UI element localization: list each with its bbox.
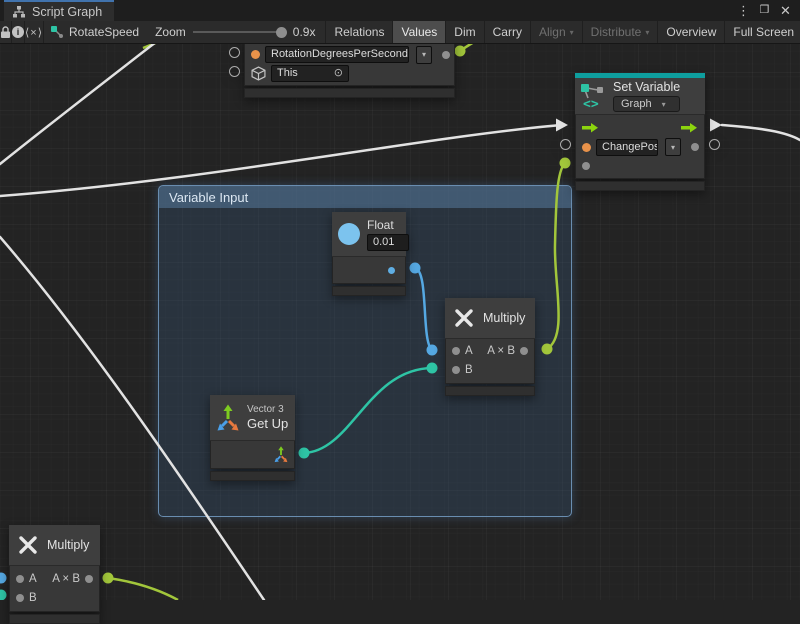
- multiply-icon: [453, 307, 475, 329]
- window-controls: ⋮ ❐ ✕: [735, 0, 800, 21]
- node-footer: [445, 386, 535, 396]
- port-label-a: A: [29, 573, 37, 585]
- float-value-input[interactable]: 0.01: [367, 234, 409, 251]
- dropdown-arrow-icon: ▾: [662, 100, 666, 109]
- float-output-port[interactable]: [388, 267, 395, 274]
- variable-name-port[interactable]: [251, 50, 260, 59]
- graph-reference[interactable]: RotateSpeed: [44, 21, 149, 43]
- value-output-port[interactable]: [691, 143, 699, 151]
- tab-script-graph[interactable]: Script Graph: [4, 0, 114, 21]
- align-dropdown[interactable]: Align▾: [531, 21, 583, 43]
- zoom-label: Zoom: [155, 25, 186, 39]
- tab-bar: Script Graph ⋮ ❐ ✕: [0, 0, 800, 21]
- variable-name-dropdown[interactable]: ChangePos: [596, 139, 658, 156]
- lock-button[interactable]: [0, 21, 12, 43]
- lock-icon: [0, 26, 11, 39]
- node-title: Float: [367, 218, 394, 232]
- node-title: Multiply: [483, 311, 525, 325]
- value-input-port[interactable]: [582, 162, 590, 170]
- zoom-slider[interactable]: [193, 31, 286, 33]
- group-title: Variable Input: [169, 190, 248, 205]
- input-a-port[interactable]: [452, 347, 460, 355]
- node-title: Multiply: [47, 538, 89, 552]
- vector3-output-port[interactable]: [273, 446, 289, 463]
- variable-scope-dropdown[interactable]: Graph ▾: [613, 96, 680, 112]
- object-picker-icon[interactable]: ⊙: [334, 66, 343, 81]
- node-type-label: Vector 3: [247, 404, 288, 415]
- port-label-b: B: [29, 592, 37, 604]
- value-output-port[interactable]: [442, 51, 450, 59]
- dim-button[interactable]: Dim: [446, 21, 484, 43]
- input-a-port[interactable]: [16, 575, 24, 583]
- unconnected-port-icon[interactable]: [709, 139, 720, 150]
- output-port[interactable]: [85, 575, 93, 583]
- tab-title: Script Graph: [32, 5, 102, 19]
- unconnected-port-icon[interactable]: [229, 66, 240, 77]
- output-port[interactable]: [520, 347, 528, 355]
- dropdown-arrow-icon: ▾: [570, 28, 574, 37]
- cube-icon: [251, 66, 266, 81]
- code-brackets-icon: ⟨×⟩: [25, 26, 43, 39]
- unconnected-port-icon[interactable]: [560, 139, 571, 150]
- node-footer: [210, 471, 295, 481]
- port-label-a: A: [465, 345, 473, 357]
- node-set-variable[interactable]: <> Set Variable Graph ▾: [575, 73, 705, 191]
- info-button[interactable]: i: [12, 21, 25, 43]
- script-graph-window: Variable Input: [0, 0, 800, 600]
- port-label-out: A × B: [52, 573, 80, 585]
- node-multiply-center[interactable]: Multiply A A × B B: [445, 298, 535, 396]
- toolbar-buttons: Relations Values Dim Carry Align▾ Distri…: [325, 21, 800, 43]
- flow-in-arrow-icon[interactable]: [582, 122, 599, 133]
- node-get-variable[interactable]: RotationDegreesPerSecond ▾ This ⊙: [244, 40, 455, 98]
- dropdown-arrow-icon: ▾: [645, 28, 649, 37]
- vector3-icon: [216, 404, 240, 432]
- target-object-field[interactable]: This ⊙: [271, 65, 349, 82]
- zoom-control: Zoom 0.9x: [149, 21, 321, 43]
- variable-name-port[interactable]: [582, 143, 591, 152]
- input-b-port[interactable]: [16, 594, 24, 602]
- multiply-icon: [17, 534, 39, 556]
- values-button[interactable]: Values: [393, 21, 446, 43]
- input-b-port[interactable]: [452, 366, 460, 374]
- node-footer: [575, 181, 705, 191]
- flow-out-arrow-icon[interactable]: [681, 122, 698, 133]
- code-view-button[interactable]: ⟨×⟩: [25, 21, 44, 43]
- kebab-menu-icon[interactable]: ⋮: [735, 2, 752, 19]
- svg-text:<>: <>: [583, 97, 599, 110]
- relations-button[interactable]: Relations: [326, 21, 393, 43]
- full-screen-button[interactable]: Full Screen: [725, 21, 800, 43]
- node-title: Get Up: [247, 416, 288, 431]
- float-type-icon: [338, 223, 360, 245]
- node-title: Set Variable: [613, 80, 680, 94]
- node-get-up[interactable]: Vector 3 Get Up: [210, 395, 295, 481]
- group-header[interactable]: Variable Input: [159, 186, 571, 208]
- overview-button[interactable]: Overview: [658, 21, 725, 43]
- unconnected-port-icon[interactable]: [229, 47, 240, 58]
- node-multiply-bottom[interactable]: Multiply A A × B B: [9, 525, 100, 624]
- script-graph-icon: [12, 5, 26, 18]
- zoom-slider-handle[interactable]: [276, 27, 287, 38]
- graph-toolbar: i ⟨×⟩ RotateSpeed Zoom 0.9x Relations Va…: [0, 21, 800, 44]
- port-label-out: A × B: [487, 345, 515, 357]
- variable-name-dropdown[interactable]: RotationDegreesPerSecond: [265, 46, 409, 63]
- info-icon: i: [12, 26, 24, 38]
- maximize-icon[interactable]: ❐: [756, 2, 773, 19]
- graph-asset-icon: [50, 25, 64, 39]
- port-label-b: B: [465, 364, 473, 376]
- carry-button[interactable]: Carry: [485, 21, 531, 43]
- close-icon[interactable]: ✕: [777, 2, 794, 19]
- dropdown-arrow-icon[interactable]: ▾: [416, 46, 432, 64]
- distribute-dropdown[interactable]: Distribute▾: [583, 21, 659, 43]
- zoom-value: 0.9x: [293, 25, 316, 39]
- set-variable-icon: <>: [579, 82, 609, 110]
- node-footer: [244, 88, 455, 98]
- dropdown-arrow-icon[interactable]: ▾: [665, 138, 681, 156]
- node-float-literal[interactable]: Float 0.01: [332, 212, 406, 296]
- node-footer: [9, 614, 100, 624]
- node-footer: [332, 286, 406, 296]
- graph-name: RotateSpeed: [69, 25, 139, 39]
